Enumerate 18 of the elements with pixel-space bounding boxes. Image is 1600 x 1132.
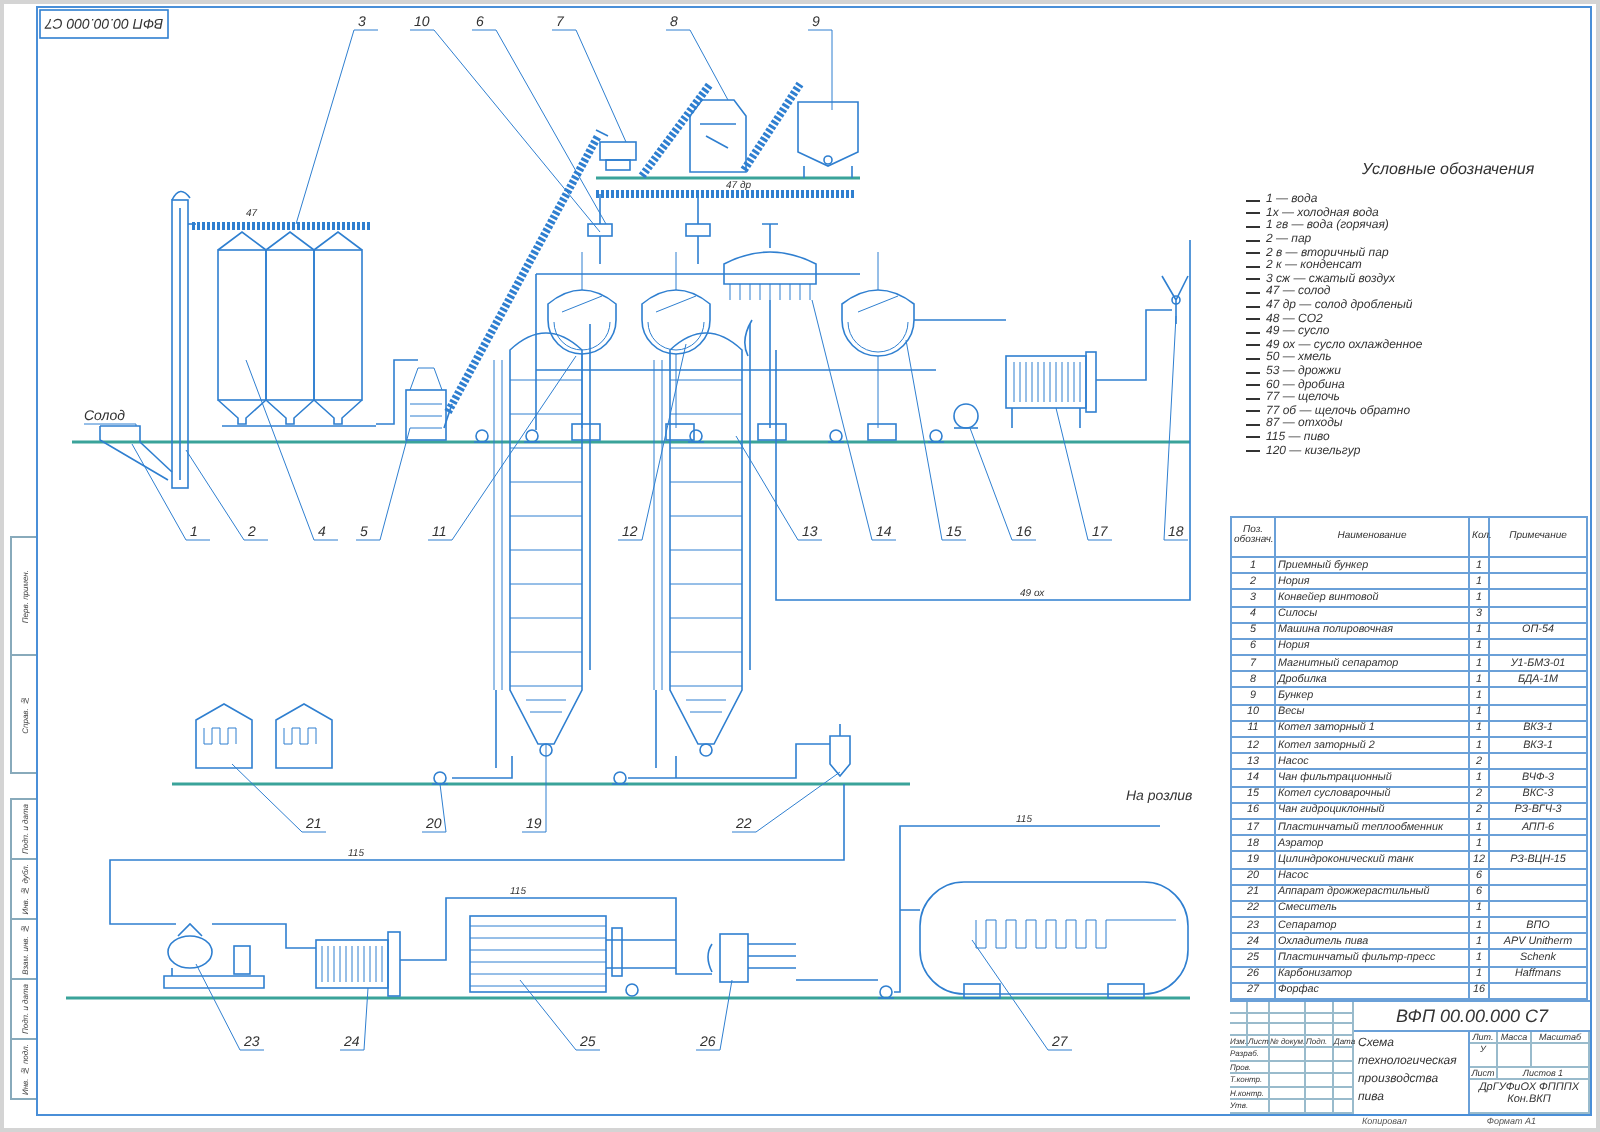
leader-line — [355, 427, 411, 541]
leader-line — [195, 963, 265, 1051]
empty-field — [1532, 1044, 1590, 1068]
leader-line — [971, 939, 1073, 1051]
leader-line — [1055, 407, 1113, 541]
legend-title: Условные обозначения — [1362, 160, 1537, 178]
leader-line — [731, 771, 841, 833]
leader-line — [519, 979, 601, 1051]
leader-line — [421, 783, 447, 833]
leader-line — [339, 987, 369, 1051]
drawing-code: ВФП 00.00.000 С7 — [1354, 1002, 1590, 1032]
leader-line — [695, 979, 733, 1051]
leader-line — [521, 743, 547, 833]
leader-line — [231, 763, 327, 833]
leader-line — [131, 443, 211, 541]
leader-line — [807, 29, 833, 111]
empty-field — [1498, 1044, 1532, 1068]
leader-line — [665, 29, 729, 101]
